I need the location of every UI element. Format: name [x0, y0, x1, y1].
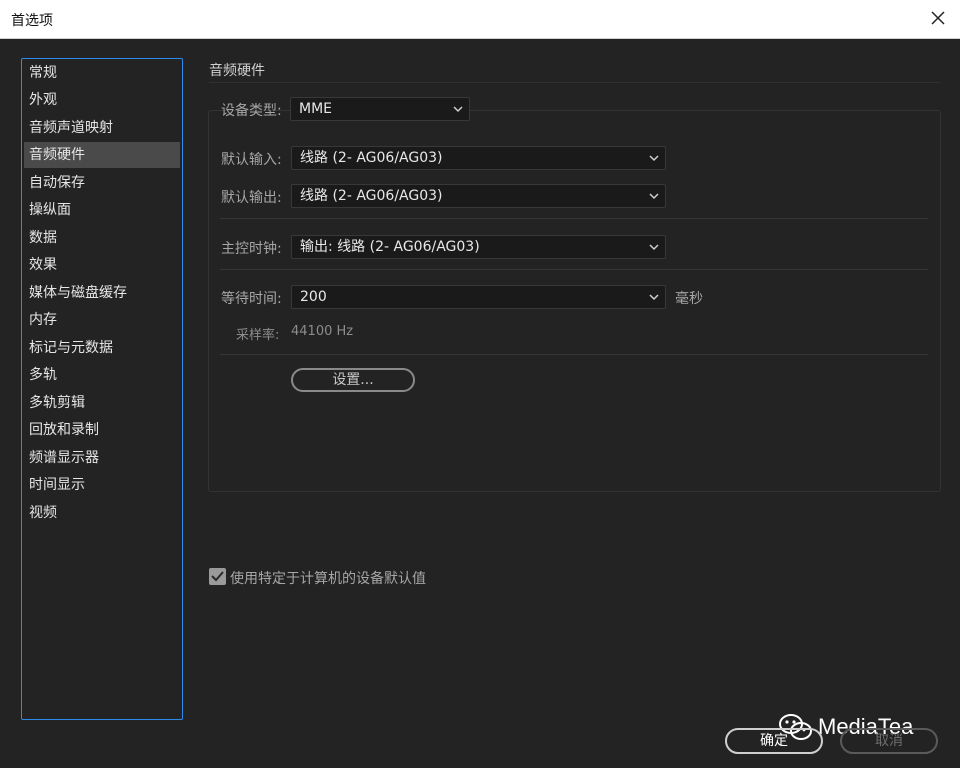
- sample-rate-label: 采样率:: [236, 328, 280, 343]
- master-clock-select[interactable]: 输出: 线路 (2- AG06/AG03): [291, 235, 666, 259]
- close-icon[interactable]: [928, 8, 948, 28]
- default-output-label: 默认输出:: [221, 190, 282, 206]
- divider: [220, 269, 928, 270]
- sidebar-item-memory[interactable]: 内存: [24, 307, 180, 333]
- section-divider: [209, 82, 940, 83]
- device-type-select[interactable]: MME: [290, 97, 470, 121]
- category-list[interactable]: 常规 外观 音频声道映射 音频硬件 自动保存 操纵面 数据 效果 媒体与磁盘缓存…: [21, 58, 183, 720]
- default-output-select[interactable]: 线路 (2- AG06/AG03): [291, 184, 666, 208]
- chevron-down-icon: [649, 294, 659, 301]
- divider: [220, 218, 928, 219]
- title-bar: 首选项: [0, 0, 960, 39]
- device-type-label: 设备类型:: [221, 103, 282, 119]
- default-input-value: 线路 (2- AG06/AG03): [300, 150, 443, 166]
- chevron-down-icon: [649, 244, 659, 251]
- use-device-defaults-checkbox[interactable]: [209, 568, 226, 585]
- checkmark-icon: [211, 571, 224, 582]
- master-clock-label: 主控时钟:: [221, 241, 282, 257]
- sidebar-item-multitrack-clips[interactable]: 多轨剪辑: [24, 390, 180, 416]
- default-input-select[interactable]: 线路 (2- AG06/AG03): [291, 146, 666, 170]
- device-type-value: MME: [299, 101, 333, 117]
- sidebar-item-general[interactable]: 常规: [24, 60, 180, 86]
- sidebar-item-video[interactable]: 视频: [24, 500, 180, 526]
- sidebar-item-audio-channel-mapping[interactable]: 音频声道映射: [24, 115, 180, 141]
- default-output-value: 线路 (2- AG06/AG03): [300, 188, 443, 204]
- sidebar-item-spectral-displays[interactable]: 频谱显示器: [24, 445, 180, 471]
- sidebar-item-effects[interactable]: 效果: [24, 252, 180, 278]
- chevron-down-icon: [649, 155, 659, 162]
- cancel-button[interactable]: 取消: [840, 728, 938, 754]
- chevron-down-icon: [649, 193, 659, 200]
- ok-button[interactable]: 确定: [725, 728, 823, 754]
- sidebar-item-control-surface[interactable]: 操纵面: [24, 197, 180, 223]
- latency-label: 等待时间:: [221, 291, 282, 307]
- sidebar-item-appearance[interactable]: 外观: [24, 87, 180, 113]
- sidebar-item-auto-save[interactable]: 自动保存: [24, 170, 180, 196]
- sample-rate-value: 44100 Hz: [291, 324, 354, 339]
- section-title: 音频硬件: [209, 63, 265, 79]
- settings-button[interactable]: 设置...: [291, 368, 415, 392]
- default-input-label: 默认输入:: [221, 152, 282, 168]
- sidebar-item-media-cache[interactable]: 媒体与磁盘缓存: [24, 280, 180, 306]
- latency-select[interactable]: 200: [291, 285, 666, 309]
- window-title: 首选项: [11, 13, 53, 29]
- sidebar-item-multitrack[interactable]: 多轨: [24, 362, 180, 388]
- sidebar-item-playback-recording[interactable]: 回放和录制: [24, 417, 180, 443]
- sidebar-item-data[interactable]: 数据: [24, 225, 180, 251]
- latency-unit: 毫秒: [675, 291, 703, 307]
- sidebar-item-time-display[interactable]: 时间显示: [24, 472, 180, 498]
- use-device-defaults-label: 使用特定于计算机的设备默认值: [230, 571, 426, 587]
- latency-value: 200: [300, 289, 327, 305]
- divider: [220, 354, 928, 355]
- sidebar-item-markers-metadata[interactable]: 标记与元数据: [24, 335, 180, 361]
- sidebar-item-audio-hardware[interactable]: 音频硬件: [24, 142, 180, 168]
- chevron-down-icon: [453, 106, 463, 113]
- master-clock-value: 输出: 线路 (2- AG06/AG03): [300, 239, 480, 255]
